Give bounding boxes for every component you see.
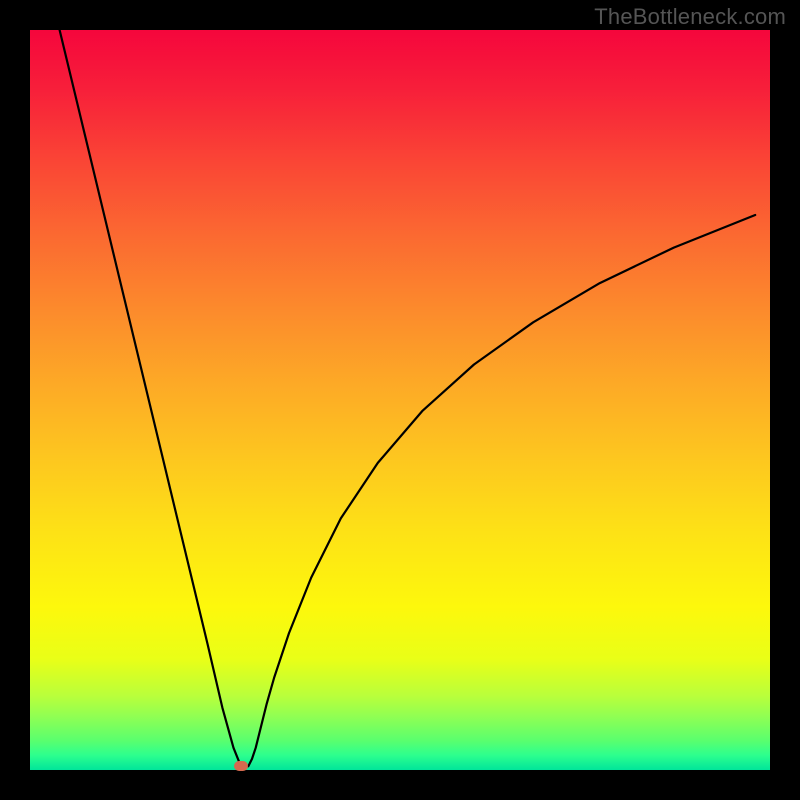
curve-svg <box>30 30 770 770</box>
watermark-text: TheBottleneck.com <box>594 4 786 30</box>
min-marker-icon <box>234 761 248 771</box>
curve-path <box>60 30 756 766</box>
chart-frame: TheBottleneck.com <box>0 0 800 800</box>
plot-area <box>30 30 770 770</box>
